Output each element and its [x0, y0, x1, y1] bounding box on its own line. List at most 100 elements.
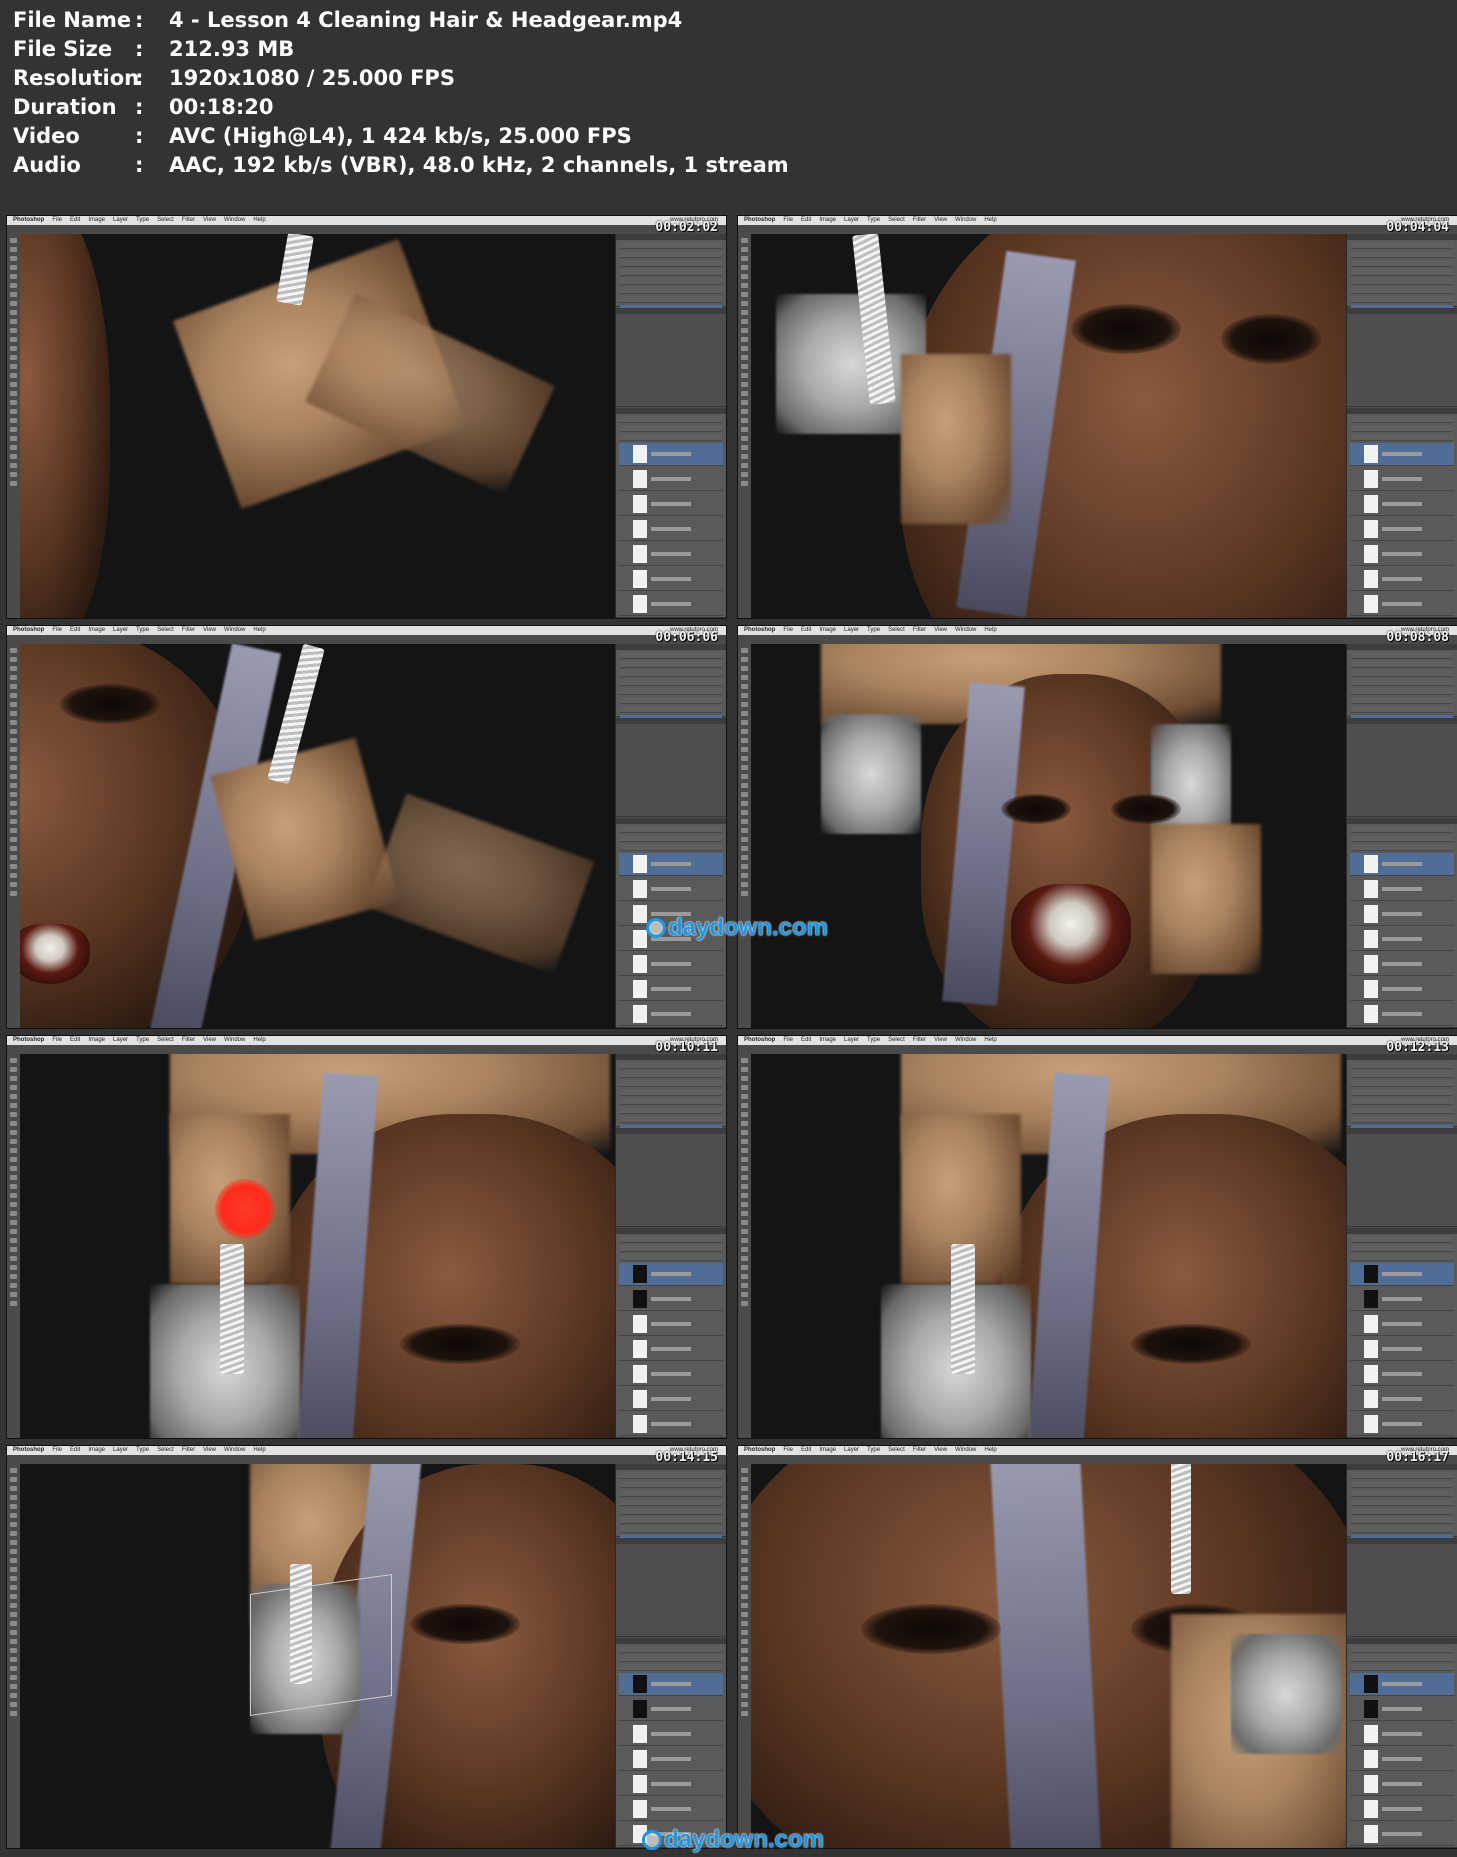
tool-icon[interactable] — [741, 1612, 748, 1617]
tool-icon[interactable] — [741, 1540, 748, 1545]
tool-icon[interactable] — [741, 657, 748, 662]
tool-icon[interactable] — [741, 1657, 748, 1662]
panel-tabs[interactable] — [616, 718, 726, 724]
tool-icon[interactable] — [10, 774, 17, 779]
layer-row[interactable] — [619, 1773, 723, 1796]
tool-icon[interactable] — [10, 1630, 17, 1635]
layer-row[interactable] — [1350, 493, 1454, 516]
tool-icon[interactable] — [10, 1220, 17, 1225]
history-state[interactable] — [620, 1098, 722, 1105]
tool-icon[interactable] — [741, 463, 748, 468]
tool-icon[interactable] — [741, 274, 748, 279]
history-state[interactable] — [620, 296, 722, 303]
tool-icon[interactable] — [10, 1477, 17, 1482]
history-state[interactable] — [620, 652, 722, 659]
tool-icon[interactable] — [741, 756, 748, 761]
tool-icon[interactable] — [741, 675, 748, 680]
tool-icon[interactable] — [10, 720, 17, 725]
tool-icon[interactable] — [741, 1112, 748, 1117]
menu-item[interactable]: Window — [955, 1446, 976, 1455]
history-state[interactable] — [1351, 1080, 1453, 1087]
tool-icon[interactable] — [10, 828, 17, 833]
menu-item[interactable]: Select — [157, 626, 174, 635]
history-state[interactable] — [620, 697, 722, 704]
layer-option[interactable] — [620, 416, 722, 423]
history-state[interactable] — [620, 1517, 722, 1524]
tool-icon[interactable] — [10, 1166, 17, 1171]
history-state[interactable] — [620, 1116, 722, 1123]
layer-row[interactable] — [619, 1698, 723, 1721]
menu-item[interactable]: Window — [224, 216, 245, 225]
tool-icon[interactable] — [741, 1121, 748, 1126]
history-state[interactable] — [620, 706, 722, 713]
tool-icon[interactable] — [741, 1301, 748, 1306]
history-state[interactable] — [1351, 1490, 1453, 1497]
layer-option[interactable] — [620, 844, 722, 851]
history-state[interactable] — [1351, 1517, 1453, 1524]
tool-icon[interactable] — [10, 454, 17, 459]
tool-icon[interactable] — [741, 1468, 748, 1473]
layer-row[interactable] — [619, 468, 723, 491]
menu-item[interactable]: Window — [224, 1036, 245, 1045]
history-state[interactable] — [1351, 679, 1453, 686]
menu-item[interactable]: Layer — [844, 1446, 859, 1455]
history-state[interactable] — [620, 1508, 722, 1515]
tool-icon[interactable] — [10, 472, 17, 477]
history-state[interactable] — [620, 1499, 722, 1506]
tool-icon[interactable] — [741, 301, 748, 306]
tool-icon[interactable] — [10, 1103, 17, 1108]
tool-icon[interactable] — [741, 1130, 748, 1135]
tool-icon[interactable] — [10, 1256, 17, 1261]
layer-row[interactable] — [619, 518, 723, 541]
app-name[interactable]: Photoshop — [744, 1036, 775, 1045]
menu-item[interactable]: Layer — [844, 626, 859, 635]
layer-row[interactable] — [1350, 1798, 1454, 1821]
panel-tabs[interactable] — [616, 408, 726, 414]
menu-item[interactable]: View — [934, 1036, 947, 1045]
tool-icon[interactable] — [741, 373, 748, 378]
panel-tabs[interactable] — [1347, 1128, 1457, 1134]
tool-icon[interactable] — [741, 1504, 748, 1509]
tool-icon[interactable] — [10, 1148, 17, 1153]
history-state[interactable] — [1351, 706, 1453, 713]
tool-icon[interactable] — [741, 1648, 748, 1653]
tool-icon[interactable] — [10, 1094, 17, 1099]
tool-icon[interactable] — [741, 418, 748, 423]
history-state[interactable] — [1351, 1116, 1453, 1123]
tool-icon[interactable] — [741, 454, 748, 459]
menu-item[interactable]: Select — [888, 1036, 905, 1045]
layer-row[interactable] — [619, 978, 723, 1001]
tool-icon[interactable] — [741, 1567, 748, 1572]
tool-icon[interactable] — [741, 337, 748, 342]
menu-item[interactable]: Select — [888, 626, 905, 635]
menu-item[interactable]: Filter — [913, 626, 926, 635]
tool-icon[interactable] — [10, 1283, 17, 1288]
tool-icon[interactable] — [741, 1211, 748, 1216]
menu-item[interactable]: Help — [253, 626, 265, 635]
history-state[interactable] — [1351, 251, 1453, 258]
tool-icon[interactable] — [741, 864, 748, 869]
tool-icon[interactable] — [741, 1594, 748, 1599]
tool-icon[interactable] — [741, 792, 748, 797]
panel-tabs[interactable] — [1347, 408, 1457, 414]
tool-icon[interactable] — [10, 418, 17, 423]
tool-icon[interactable] — [10, 1576, 17, 1581]
tool-icon[interactable] — [741, 729, 748, 734]
tool-icon[interactable] — [10, 1504, 17, 1509]
menu-item[interactable]: Help — [984, 1036, 996, 1045]
tool-icon[interactable] — [10, 882, 17, 887]
tool-icon[interactable] — [10, 1175, 17, 1180]
layer-option[interactable] — [1351, 434, 1453, 441]
tool-icon[interactable] — [10, 1076, 17, 1081]
menu-item[interactable]: Help — [253, 1036, 265, 1045]
layer-row[interactable] — [1350, 928, 1454, 951]
layer-row[interactable] — [1350, 593, 1454, 616]
panel-tabs[interactable] — [1347, 718, 1457, 724]
tool-icon[interactable] — [741, 1238, 748, 1243]
tool-icon[interactable] — [741, 1076, 748, 1081]
layer-row[interactable] — [1350, 1698, 1454, 1721]
layer-row[interactable] — [619, 493, 723, 516]
history-state[interactable] — [620, 1062, 722, 1069]
layer-row[interactable] — [619, 568, 723, 591]
history-state[interactable] — [1351, 697, 1453, 704]
